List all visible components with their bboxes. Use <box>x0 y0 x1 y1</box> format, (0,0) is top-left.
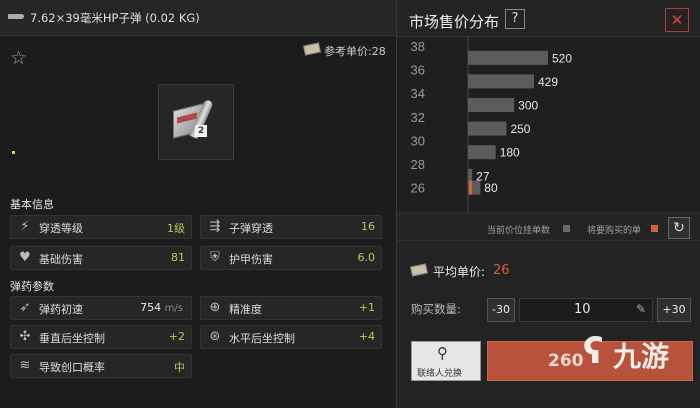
bar-value-label: 429 <box>538 75 558 89</box>
price-bar[interactable] <box>468 121 507 136</box>
stat-value: +2 <box>168 330 185 343</box>
price-bar[interactable] <box>468 98 515 112</box>
market-title: 市场售价分布 <box>409 13 500 31</box>
stat-label: 护甲伤害 <box>229 253 273 266</box>
search-icon: ⚲ <box>437 344 448 362</box>
buy-button-label: 260 <box>548 351 584 371</box>
y-tick-label: 26 <box>411 181 425 196</box>
quantity-input[interactable]: 10 ✎ <box>519 298 653 322</box>
stat-label: 基础伤害 <box>39 253 83 266</box>
stat-value: +4 <box>358 330 375 343</box>
stat-base-damage: ♥ 基础伤害 81 <box>10 246 192 270</box>
quantity-label: 购买数量: <box>411 302 461 316</box>
broken-heart-icon: ♥ <box>19 250 31 265</box>
refresh-button[interactable]: ↻ <box>668 217 690 239</box>
velocity-unit: m/s <box>164 303 183 314</box>
market-panel: 市场售价分布 ? ✕ 38 520 36 429 34 300 32 250 30 180 28 27… <box>396 0 700 408</box>
watermark-text: 九游 <box>613 340 670 373</box>
armor-icon: ⛨ <box>210 250 220 265</box>
price-distribution-chart: 38 520 36 429 34 300 32 250 30 180 28 27 26 80 <box>397 36 700 215</box>
stat-label: 导致创口概率 <box>39 361 105 374</box>
bar-value-label: 250 <box>510 122 530 136</box>
reference-price: 参考单价:28 <box>324 45 386 58</box>
watermark-logo-icon: ʕ <box>583 331 604 372</box>
horizontal-recoil-icon: ⊛ <box>209 329 221 344</box>
price-bar[interactable] <box>468 145 496 160</box>
stat-label: 精准度 <box>229 303 262 316</box>
velocity-value: 754 <box>140 301 162 314</box>
stat-penetration-level: ⚡ 穿透等级 1级 <box>10 215 192 239</box>
bleed-icon: ≋ <box>19 358 31 373</box>
status-dot <box>12 151 15 154</box>
stat-bullet-penetration: ⇶ 子弹穿透 16 <box>200 215 382 239</box>
y-tick-label: 38 <box>411 39 425 54</box>
legend-mine-swatch <box>651 225 658 232</box>
help-button[interactable]: ? <box>505 9 525 29</box>
stat-value: 中 <box>174 361 185 374</box>
selected-order-bar <box>469 180 472 195</box>
legend-current-label: 当前价位挂单数 <box>487 226 551 236</box>
stat-label: 垂直后坐控制 <box>39 332 105 345</box>
chart-svg: 3852036429343003225030180282726 80 <box>411 37 572 215</box>
y-tick-label: 32 <box>411 110 425 125</box>
item-thumbnail: 2 <box>158 84 234 160</box>
velocity-icon: ➶ <box>19 300 31 315</box>
stat-label: 穿透等级 <box>39 222 83 235</box>
ammo-params-heading: 弹药参数 <box>10 280 54 293</box>
contact-exchange-button[interactable]: ⚲ 联络人兑换 <box>411 341 481 381</box>
bar-value-label: 300 <box>518 99 538 113</box>
stat-value: 754 m/s <box>140 301 183 314</box>
stat-value: +1 <box>358 301 375 314</box>
item-title: 7.62×39毫米HP子弹 (0.02 KG) <box>30 11 200 25</box>
basic-info-heading: 基本信息 <box>10 198 54 211</box>
close-button[interactable]: ✕ <box>665 8 689 32</box>
vertical-recoil-icon: ✣ <box>19 329 31 344</box>
item-title-bar: 7.62×39毫米HP子弹 (0.02 KG) <box>0 0 396 36</box>
contact-exchange-label: 联络人兑换 <box>417 369 463 379</box>
stat-vertical-recoil: ✣ 垂直后坐控制 +2 <box>10 325 192 349</box>
stat-label: 子弹穿透 <box>229 222 273 235</box>
y-tick-label: 34 <box>411 86 425 101</box>
bar-value-label: 520 <box>552 51 572 65</box>
bar-value-label: 180 <box>500 146 520 160</box>
y-tick-label: 36 <box>411 63 425 78</box>
legend-current-swatch <box>563 225 570 232</box>
ammo-count-badge: 2 <box>195 125 207 137</box>
legend-mine-label: 将要购买的单 <box>587 226 642 236</box>
plus-30-button[interactable]: +30 <box>657 298 691 322</box>
bullet-icon: ⇶ <box>209 219 221 234</box>
item-info-panel: 7.62×39毫米HP子弹 (0.02 KG) ☆ 参考单价:28 2 基本信息… <box>0 0 396 408</box>
stat-horizontal-recoil: ⊛ 水平后坐控制 +4 <box>200 325 382 349</box>
watermark-logo: ʕ 九游 <box>583 327 695 377</box>
average-price-label: 平均单价: <box>433 265 486 279</box>
chart-legend-row: 当前价位挂单数 将要购买的单 ↻ <box>397 215 700 241</box>
y-tick-label: 28 <box>411 157 425 172</box>
stat-bleed-chance: ≋ 导致创口概率 中 <box>10 354 192 378</box>
edit-pencil-icon: ✎ <box>635 302 646 316</box>
stat-label: 弹药初速 <box>39 303 83 316</box>
price-bar[interactable] <box>468 74 534 89</box>
quantity-value: 10 <box>574 302 591 317</box>
minus-30-button[interactable]: -30 <box>487 298 515 322</box>
average-price-value: 26 <box>493 263 510 278</box>
money-icon <box>410 263 428 277</box>
y-tick-label: 30 <box>411 133 425 148</box>
stat-value: 1级 <box>167 222 185 235</box>
stat-value: 16 <box>361 220 375 233</box>
favorite-star-icon[interactable]: ☆ <box>10 47 27 69</box>
bar-value-label: 80 <box>484 181 498 195</box>
penetration-icon: ⚡ <box>20 219 30 234</box>
stat-value: 6.0 <box>357 251 376 264</box>
stat-label: 水平后坐控制 <box>229 332 295 345</box>
stat-accuracy: ⊕ 精准度 +1 <box>200 296 382 320</box>
stat-muzzle-velocity: ➶ 弹药初速 754 m/s <box>10 296 192 320</box>
ammo-icon <box>8 14 24 19</box>
price-bar[interactable] <box>468 50 548 65</box>
crosshair-icon: ⊕ <box>209 300 221 315</box>
stat-armor-damage: ⛨ 护甲伤害 6.0 <box>200 246 382 270</box>
money-icon <box>303 42 321 56</box>
stat-value: 81 <box>171 251 185 264</box>
